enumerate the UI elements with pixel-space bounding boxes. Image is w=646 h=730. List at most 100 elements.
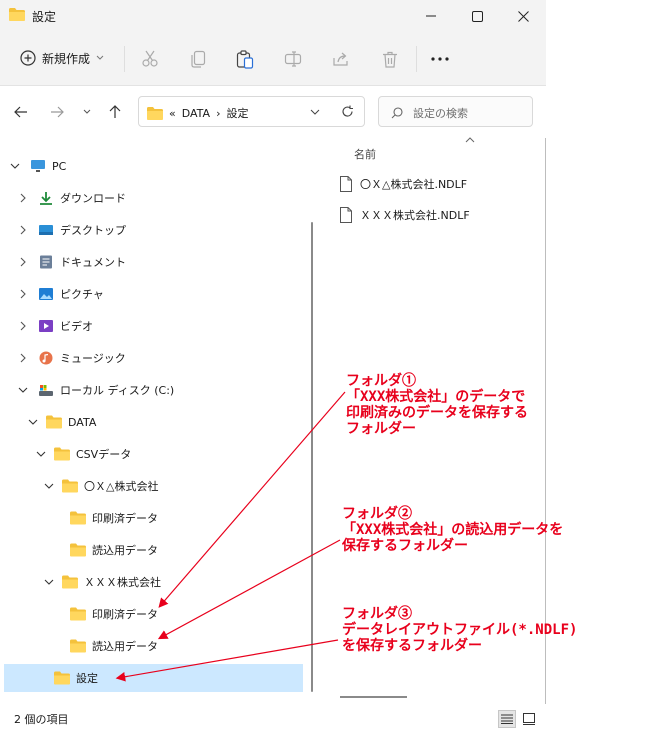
recent-locations-button[interactable] <box>76 102 98 122</box>
chevron-right-icon[interactable] <box>18 321 28 331</box>
file-pane-scrollbar[interactable] <box>340 696 407 698</box>
documents-icon <box>40 255 52 269</box>
rename-button[interactable] <box>281 48 305 70</box>
chevron-right-icon[interactable] <box>18 225 28 235</box>
annotation-folder-3: フォルダ③ データレイアウトファイル(*.NDLF) を保存するフォルダー <box>342 606 577 654</box>
folder-icon <box>147 106 163 120</box>
minimize-button[interactable] <box>408 0 454 32</box>
status-bar: 2 個の項目 <box>0 704 546 730</box>
chevron-down-icon[interactable] <box>36 449 46 459</box>
annotation-folder-2: フォルダ② 「XXX株式会社」の読込用データを 保存するフォルダー <box>342 506 563 554</box>
trash-icon <box>383 51 397 68</box>
tiles-view-button[interactable] <box>520 710 538 728</box>
cut-button[interactable] <box>138 48 162 70</box>
file-row[interactable]: 〇Ｘ△株式会社.NDLF <box>340 173 467 195</box>
tree-item-pc[interactable]: PC <box>4 152 303 180</box>
annotation-line: 「XXX株式会社」のデータで <box>346 389 526 405</box>
new-button-label: 新規作成 <box>42 51 91 66</box>
annotation-line: 印刷済みのデータを保存する <box>346 405 528 421</box>
tree-item-downloads[interactable]: ダウンロード <box>4 184 303 212</box>
tree-item-csv[interactable]: CSVデータ <box>4 440 303 468</box>
annotation-line: フォルダ① <box>346 373 416 389</box>
tree-item-local-disk[interactable]: ローカル ディスク (C:) <box>4 376 303 404</box>
tree-item-label: 読込用データ <box>92 640 158 653</box>
search-box[interactable]: 設定の検索 <box>378 96 533 127</box>
annotation-line: 保存するフォルダー <box>342 538 468 554</box>
tree-item-label: PC <box>52 159 67 173</box>
annotation-line: 「XXX株式会社」の読込用データを <box>342 522 564 538</box>
tree-item-videos[interactable]: ビデオ <box>4 312 303 340</box>
tree-item-company1-read[interactable]: 読込用データ <box>4 536 303 564</box>
breadcrumb-item-data[interactable]: DATA <box>182 107 210 120</box>
close-button[interactable] <box>500 0 546 32</box>
videos-icon <box>39 320 53 332</box>
desktop-icon <box>39 225 53 235</box>
refresh-icon[interactable] <box>341 105 354 118</box>
new-button[interactable]: 新規作成 <box>14 44 110 72</box>
tree-item-settings[interactable]: 設定 <box>4 664 303 692</box>
chevron-down-icon[interactable] <box>28 417 38 427</box>
annotation-line: データレイアウトファイル(*.NDLF) <box>342 622 578 638</box>
file-row[interactable]: ＸＸＸ株式会社.NDLF <box>340 204 470 226</box>
tree-item-pictures[interactable]: ピクチャ <box>4 280 303 308</box>
share-icon <box>333 52 348 66</box>
forward-button[interactable] <box>46 102 68 122</box>
delete-button[interactable] <box>378 48 402 70</box>
back-button[interactable] <box>10 102 32 122</box>
chevron-right-icon[interactable] <box>18 193 28 203</box>
details-view-button[interactable] <box>498 710 516 728</box>
tree-item-company2[interactable]: ＸＸＸ株式会社 <box>4 568 303 596</box>
annotation-line: フォルダ③ <box>342 606 412 622</box>
tree-item-company2-printed[interactable]: 印刷済データ <box>4 600 303 628</box>
chevron-down-icon[interactable] <box>44 577 54 587</box>
chevron-down-icon[interactable] <box>44 481 54 491</box>
breadcrumb-item-settings[interactable]: 設定 <box>226 105 248 121</box>
arrow-right-icon <box>51 106 64 118</box>
paste-button[interactable] <box>233 48 257 70</box>
tree-item-label: ドキュメント <box>60 256 126 269</box>
more-options-button[interactable] <box>428 48 452 70</box>
tree-item-label: 読込用データ <box>92 544 158 557</box>
tree-item-label: CSVデータ <box>76 448 132 461</box>
sort-ascending-icon <box>465 137 475 143</box>
tree-item-label: ピクチャ <box>60 288 104 301</box>
chevron-down-icon[interactable] <box>18 385 28 395</box>
column-header-name[interactable]: 名前 <box>354 146 376 162</box>
tree-item-documents[interactable]: ドキュメント <box>4 248 303 276</box>
folder-icon <box>9 8 25 21</box>
breadcrumb-separator[interactable]: › <box>216 107 220 120</box>
chevron-right-icon[interactable] <box>18 353 28 363</box>
chevron-right-icon[interactable] <box>18 257 28 267</box>
clipboard-icon <box>236 49 254 69</box>
nav-pane-scrollbar[interactable] <box>311 222 313 692</box>
chevron-down-icon[interactable] <box>310 109 320 115</box>
breadcrumb-overflow[interactable]: « <box>169 107 176 120</box>
toolbar-divider <box>124 46 125 72</box>
chevron-down-icon[interactable] <box>10 161 20 171</box>
address-bar[interactable]: « DATA › 設定 <box>138 96 365 127</box>
folder-icon <box>70 639 86 653</box>
tree-item-label: 〇Ｘ△株式会社 <box>84 480 159 493</box>
tree-item-company1-printed[interactable]: 印刷済データ <box>4 504 303 532</box>
annotation-line: フォルダー <box>346 421 416 437</box>
up-button[interactable] <box>104 102 126 122</box>
maximize-icon <box>471 10 483 22</box>
breadcrumb: « DATA › 設定 <box>147 105 248 121</box>
tree-item-data[interactable]: DATA <box>4 408 303 436</box>
pc-icon <box>31 160 45 172</box>
tree-item-desktop[interactable]: デスクトップ <box>4 216 303 244</box>
share-button[interactable] <box>329 48 353 70</box>
maximize-button[interactable] <box>454 0 500 32</box>
arrow-left-icon <box>14 106 27 118</box>
tree-item-company2-read[interactable]: 読込用データ <box>4 632 303 660</box>
chevron-right-icon[interactable] <box>18 289 28 299</box>
file-name: ＸＸＸ株式会社.NDLF <box>360 209 470 222</box>
tree-item-company1[interactable]: 〇Ｘ△株式会社 <box>4 472 303 500</box>
command-bar: 新規作成 <box>0 32 546 86</box>
chevron-down-icon <box>83 109 91 114</box>
tree-item-label: ＸＸＸ株式会社 <box>84 576 161 589</box>
tree-item-music[interactable]: ミュージック <box>4 344 303 372</box>
file-icon <box>340 176 352 192</box>
pictures-icon <box>39 288 53 300</box>
copy-button[interactable] <box>186 48 210 70</box>
